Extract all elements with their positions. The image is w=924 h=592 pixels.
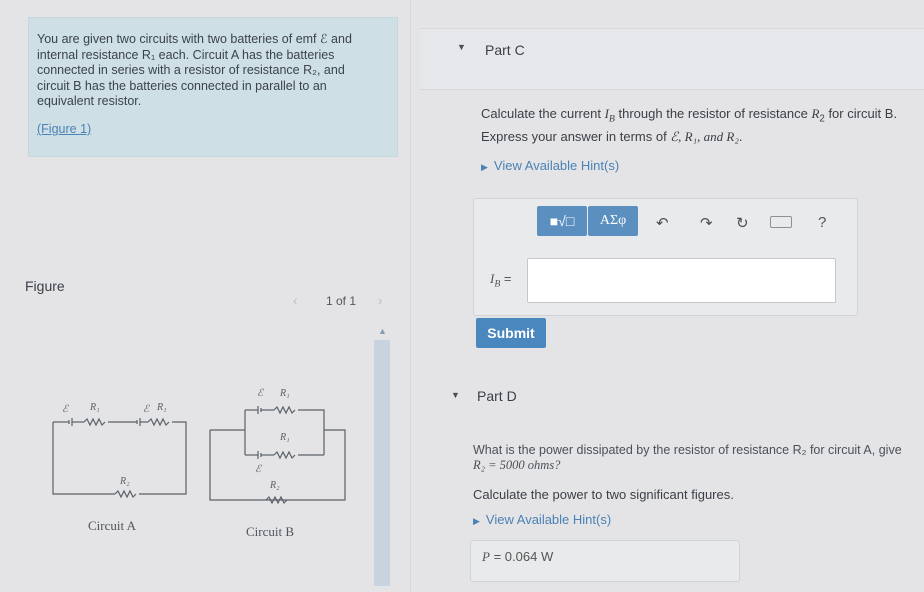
part-c-question: Calculate the current IB through the res… <box>481 106 897 125</box>
greek-symbols-button[interactable]: ΑΣφ <box>588 206 638 236</box>
figure-pager: 1 of 1 <box>326 294 357 308</box>
instruction-text: . <box>738 129 743 144</box>
scroll-up-icon[interactable]: ▲ <box>378 326 387 336</box>
problem-line: circuit B has the batteries connected in… <box>37 78 327 93</box>
part-c-instructions: Express your answer in terms of ℰ, R₁, a… <box>481 129 742 145</box>
circuit-b-label: ℰ <box>255 464 262 475</box>
problem-line: equivalent resistor. <box>37 94 142 108</box>
circuit-b-label: ℰ <box>257 388 264 399</box>
figure-label: Figure <box>25 278 65 294</box>
answer-label: IB = <box>490 271 512 290</box>
problem-line: You are given two circuits with two batt… <box>37 32 352 46</box>
view-hints-link[interactable]: ▶ View Available Hint(s) <box>481 158 619 173</box>
circuit-b-label: R₁ <box>279 432 290 443</box>
view-hints-link[interactable]: ▶ View Available Hint(s) <box>473 512 611 527</box>
question-text: through the resistor of resistance <box>614 106 812 121</box>
equals-sign: = <box>500 271 512 286</box>
help-icon[interactable]: ? <box>818 214 826 231</box>
chevron-right-icon[interactable]: › <box>378 293 382 308</box>
circuit-a-label: R₂ <box>119 476 130 487</box>
keyboard-icon[interactable] <box>770 216 792 228</box>
figure-1-link[interactable]: (Figure 1) <box>37 122 91 136</box>
answer-input[interactable] <box>527 258 836 303</box>
part-d-title[interactable]: Part D <box>477 388 517 404</box>
reset-icon[interactable]: ↻ <box>736 214 749 232</box>
hint-label: View Available Hint(s) <box>485 512 612 527</box>
circuit-b-label: R₁ <box>279 388 290 399</box>
circuit-a-label: ℰ <box>62 404 69 415</box>
part-d-instructions: Calculate the power to two significant f… <box>473 487 734 502</box>
part-d-question: R₂ = 5000 ohms? <box>473 458 561 472</box>
problem-text: You are given two circuits with two batt… <box>37 32 389 110</box>
redo-icon[interactable]: ↷ <box>700 214 713 232</box>
caret-down-icon[interactable]: ▼ <box>451 390 460 400</box>
equals-sign: = <box>489 549 505 564</box>
figure-scrollbar[interactable] <box>374 340 390 586</box>
answer-unit: W <box>537 549 554 564</box>
problem-line: internal resistance R₁ each. Circuit A h… <box>37 47 335 62</box>
circuit-a-label: R₁ <box>156 402 167 413</box>
question-text: Calculate the current <box>481 106 605 121</box>
submit-button[interactable]: Submit <box>476 318 546 348</box>
instruction-vars: ℰ, R₁, and R₂ <box>670 129 739 144</box>
question-text: for circuit B. <box>824 106 898 121</box>
part-d-answer: P = 0.064 W <box>482 549 553 565</box>
undo-icon[interactable]: ↶ <box>656 214 669 232</box>
instruction-text: Express your answer in terms of <box>481 129 671 144</box>
templates-button[interactable]: ■√□ <box>537 206 587 236</box>
circuit-b-caption: Circuit B <box>246 524 295 539</box>
caret-right-icon: ▶ <box>473 516 480 526</box>
hint-label: View Available Hint(s) <box>493 158 620 173</box>
circuit-b-label: R₂ <box>269 480 280 491</box>
problem-statement-box: You are given two circuits with two batt… <box>28 17 398 157</box>
caret-down-icon[interactable]: ▼ <box>457 42 466 52</box>
caret-right-icon: ▶ <box>481 162 488 172</box>
part-c-header[interactable] <box>420 28 924 90</box>
part-d-question: What is the power dissipated by the resi… <box>473 443 902 457</box>
problem-line: connected in series with a resistor of r… <box>37 63 345 77</box>
circuit-a-caption: Circuit A <box>88 518 137 533</box>
circuit-a-label: ℰ <box>143 404 150 415</box>
var-p: P <box>482 549 490 564</box>
circuit-a-label: R₁ <box>89 402 100 413</box>
chevron-left-icon[interactable]: ‹ <box>293 293 297 308</box>
part-c-title[interactable]: Part C <box>485 42 525 58</box>
column-divider <box>410 0 411 592</box>
answer-value: 0.064 <box>504 549 538 564</box>
